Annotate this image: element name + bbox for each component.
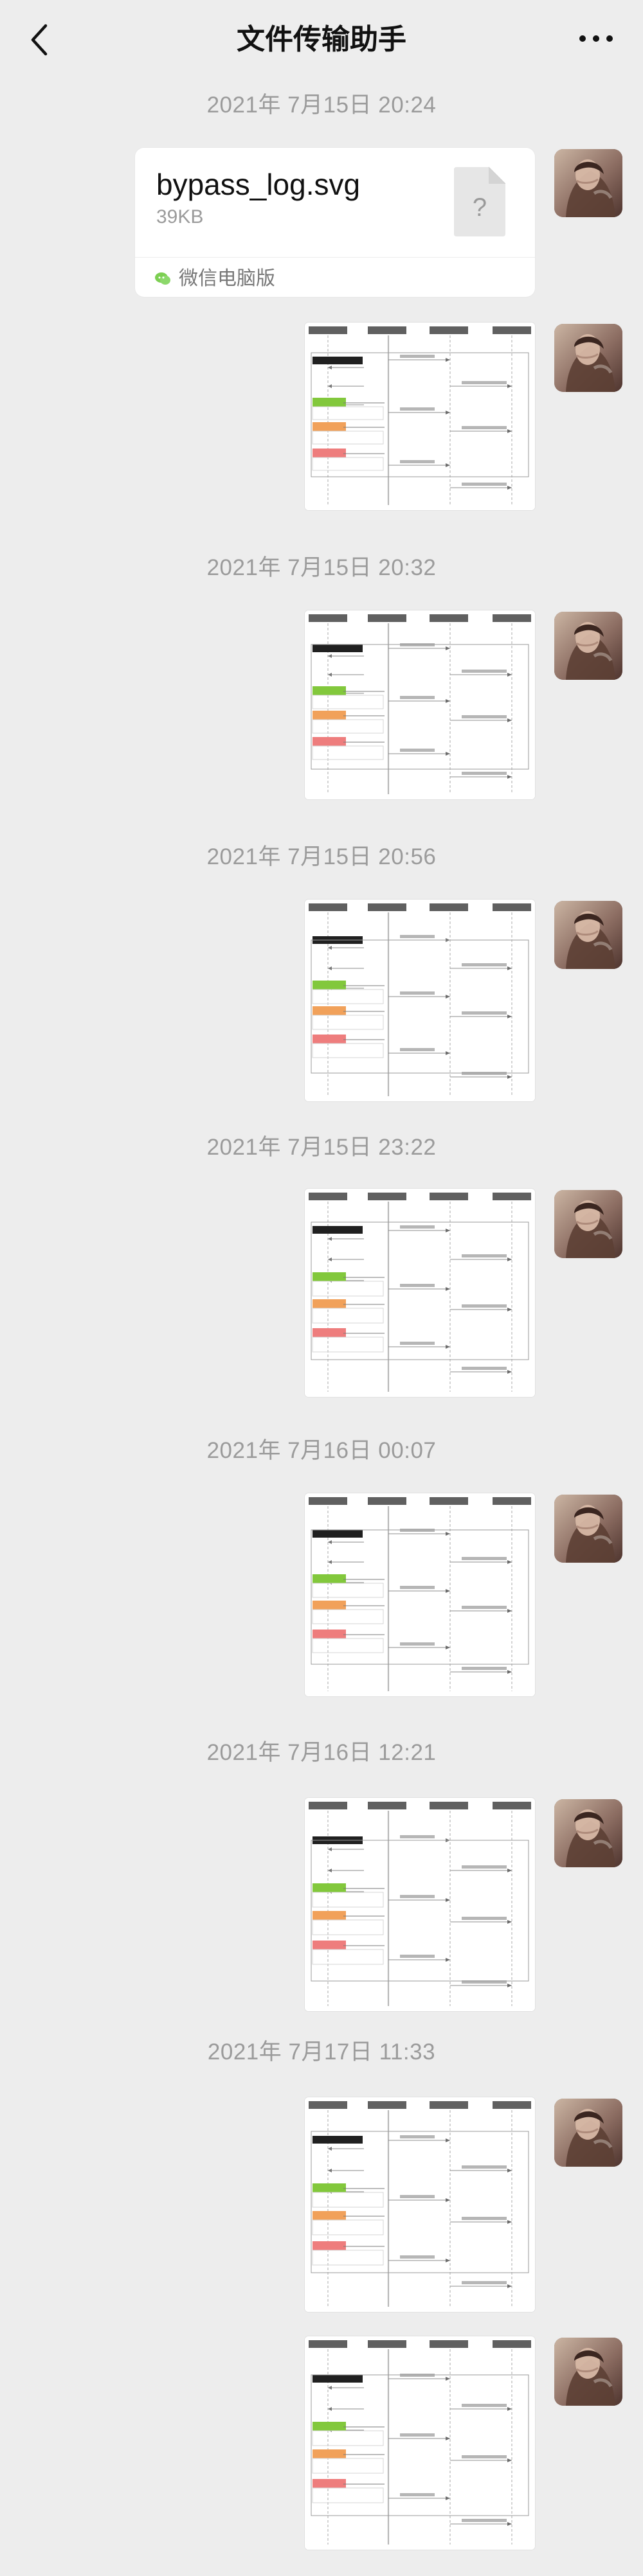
message-timestamp: 2021年 7月15日 20:24 <box>206 93 437 118</box>
avatar[interactable] <box>554 1190 622 1258</box>
avatar[interactable] <box>554 901 622 969</box>
avatar[interactable] <box>554 324 622 392</box>
file-unknown-icon: ? <box>451 164 508 239</box>
chevron-left-icon[interactable] <box>27 22 53 58</box>
avatar[interactable] <box>554 149 622 217</box>
message-timestamp: 2021年 7月15日 23:22 <box>206 1135 437 1160</box>
page-title: 文件传输助手 <box>237 24 406 55</box>
message-timestamp: 2021年 7月16日 00:07 <box>206 1438 437 1463</box>
avatar[interactable] <box>554 612 622 680</box>
divider <box>135 257 535 258</box>
sequence-diagram-image[interactable] <box>305 1493 535 1696</box>
sequence-diagram-image[interactable] <box>305 610 535 799</box>
file-message[interactable]: bypass_log.svg 39KB ? 微信电脑版 <box>135 148 535 297</box>
avatar[interactable] <box>554 1495 622 1563</box>
sequence-diagram-image[interactable] <box>305 2336 535 2550</box>
chat-header: 文件传输助手 <box>0 0 643 82</box>
file-size: 39KB <box>156 206 204 227</box>
sequence-diagram-image[interactable] <box>305 323 535 510</box>
sequence-diagram-image[interactable] <box>305 900 535 1101</box>
chat-history[interactable]: 2021年 7月15日 20:24 bypass_log.svg 39KB ? … <box>0 0 643 2576</box>
sequence-diagram-image[interactable] <box>305 1798 535 2011</box>
file-source: 微信电脑版 <box>179 268 275 289</box>
more-horizontal-icon[interactable] <box>577 31 615 46</box>
sequence-diagram-image[interactable] <box>305 2097 535 2312</box>
svg-text:?: ? <box>473 193 487 222</box>
message-timestamp: 2021年 7月17日 11:33 <box>207 2039 436 2065</box>
file-name: bypass_log.svg <box>156 168 361 201</box>
message-timestamp: 2021年 7月16日 12:21 <box>206 1740 437 1765</box>
sequence-diagram-image[interactable] <box>305 1189 535 1397</box>
message-timestamp: 2021年 7月15日 20:32 <box>206 555 437 580</box>
wechat-pc-icon <box>154 269 173 288</box>
avatar[interactable] <box>554 1799 622 1867</box>
avatar[interactable] <box>554 2099 622 2167</box>
message-timestamp: 2021年 7月15日 20:56 <box>206 844 437 869</box>
avatar[interactable] <box>554 2338 622 2406</box>
